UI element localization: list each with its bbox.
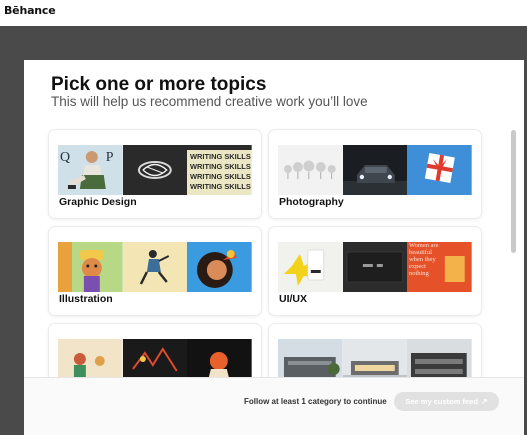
topic-thumbnails bbox=[58, 242, 253, 292]
thumbnail-fashion-photo: Q P bbox=[58, 145, 123, 195]
thumbnail-trees-white bbox=[278, 145, 343, 195]
svg-text:Q: Q bbox=[60, 150, 70, 165]
scrollbar-thumb[interactable] bbox=[511, 130, 516, 253]
topic-thumbnails: Women are beautiful when they expect not… bbox=[278, 242, 473, 292]
modal-title: Pick one or more topics bbox=[51, 74, 267, 95]
modal-subtitle: This will help us recommend creative wor… bbox=[51, 94, 368, 109]
modal-footer: Follow at least 1 category to continue S… bbox=[24, 377, 524, 435]
top-bar: Bēhance bbox=[0, 0, 527, 26]
topic-thumbnails bbox=[278, 145, 473, 195]
thumbnail-dark-scene bbox=[122, 339, 188, 377]
topic-label: UI/UX bbox=[279, 293, 308, 305]
topic-thumbnails: Q P WRITING SKILLS WRITING SKILLS WRITIN… bbox=[58, 145, 253, 195]
thumbnail-character-green bbox=[58, 242, 123, 292]
arrow-right-icon: ↗ bbox=[480, 397, 488, 406]
thumbnail-building-sky bbox=[278, 339, 343, 377]
thumbnail-gift-blue bbox=[407, 145, 473, 195]
thumbnail-kids-cream bbox=[58, 339, 123, 377]
topic-card-5[interactable] bbox=[49, 324, 261, 377]
behance-logo[interactable]: Bēhance bbox=[4, 4, 56, 17]
topic-label: Graphic Design bbox=[59, 196, 137, 208]
thumbnail-dark-dashboard bbox=[342, 242, 408, 292]
thumbnail-car-night bbox=[342, 145, 408, 195]
topic-card-6[interactable] bbox=[269, 324, 481, 377]
thumbnail-orange-typography: Women are beautiful when they expect not… bbox=[407, 242, 473, 292]
writing-skills-line-4: WRITING SKILLS bbox=[190, 182, 251, 191]
thumbnail-lettering-dark bbox=[122, 145, 188, 195]
thumbnail-writing-skills-type: WRITING SKILLS WRITING SKILLS WRITING SK… bbox=[187, 145, 253, 195]
topic-thumbnails bbox=[278, 339, 473, 377]
writing-skills-line-3: WRITING SKILLS bbox=[190, 172, 251, 181]
topic-picker-modal: Pick one or more topics This will help u… bbox=[24, 60, 524, 435]
topic-label: Illustration bbox=[59, 293, 113, 305]
follow-hint: Follow at least 1 category to continue bbox=[244, 397, 387, 406]
thumbnail-dancer-dark bbox=[187, 339, 253, 377]
topic-card-ui-ux[interactable]: Women are beautiful when they expect not… bbox=[269, 227, 481, 315]
typography-sample-text: Women are beautiful when they expect not… bbox=[409, 242, 439, 277]
thumbnail-girl-blue bbox=[187, 242, 253, 292]
topic-label: Photography bbox=[279, 196, 344, 208]
cta-label: See my custom feed bbox=[405, 397, 478, 406]
see-custom-feed-button[interactable]: See my custom feed ↗ bbox=[394, 392, 499, 411]
thumbnail-modern-building bbox=[407, 339, 473, 377]
topic-card-illustration[interactable]: Illustration bbox=[49, 227, 261, 315]
topic-card-photography[interactable]: Photography bbox=[269, 130, 481, 218]
topic-grid: Q P WRITING SKILLS WRITING SKILLS WRITIN… bbox=[24, 122, 524, 377]
writing-skills-line-2: WRITING SKILLS bbox=[190, 162, 251, 171]
thumbnail-yellow-flower-ui bbox=[278, 242, 343, 292]
svg-text:P: P bbox=[106, 150, 114, 165]
thumbnail-runner-yellow bbox=[122, 242, 188, 292]
thumbnail-house-dusk bbox=[342, 339, 408, 377]
topic-thumbnails bbox=[58, 339, 253, 377]
topic-card-graphic-design[interactable]: Q P WRITING SKILLS WRITING SKILLS WRITIN… bbox=[49, 130, 261, 218]
writing-skills-line-1: WRITING SKILLS bbox=[190, 152, 251, 161]
